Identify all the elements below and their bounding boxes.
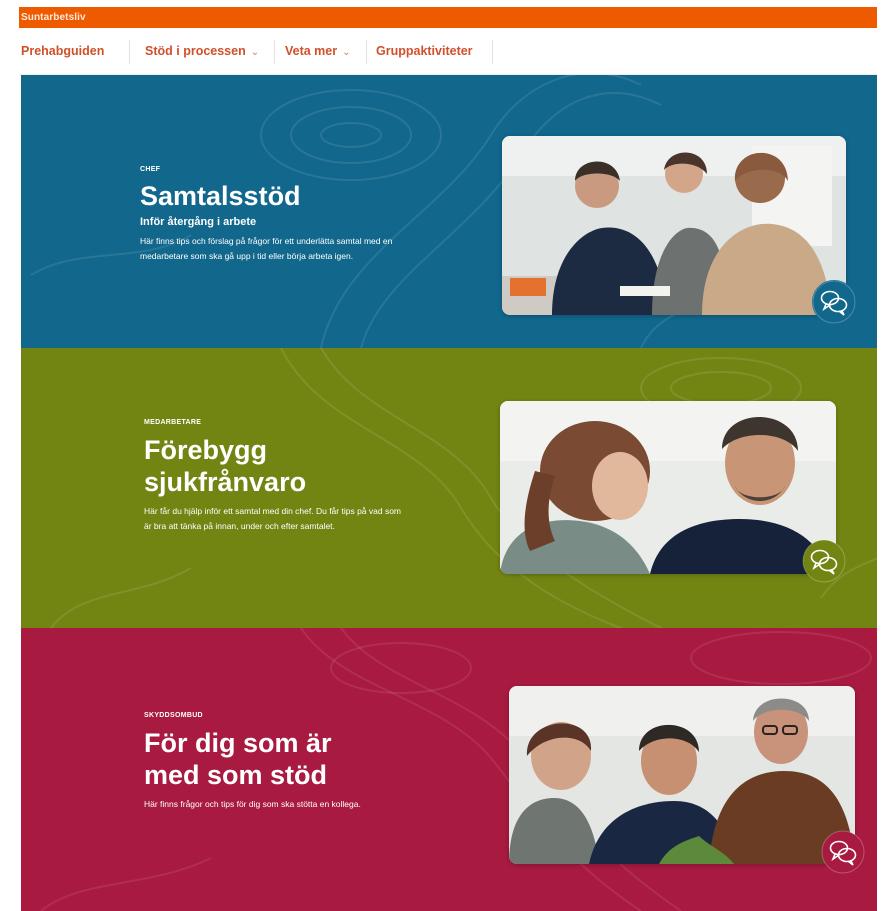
card-for-dig-som-ar-med-som-stod[interactable]: SKYDDSOMBUD För dig som är med som stöd … (21, 628, 877, 911)
card-text-block: MEDARBETARE Förebygg sjukfrånvaro Här få… (144, 419, 406, 534)
card-text-block: SKYDDSOMBUD För dig som är med som stöd … (144, 712, 399, 812)
card-eyebrow: SKYDDSOMBUD (144, 712, 203, 719)
nav-item-veta-mer[interactable]: Veta mer ⌄ (285, 28, 351, 74)
chat-bubbles-icon[interactable] (802, 539, 846, 583)
chevron-down-icon: ⌄ (342, 47, 351, 58)
card-title-line: Förebygg (144, 435, 268, 465)
card-photo-meeting (502, 136, 846, 315)
card-eyebrow: CHEF (140, 166, 161, 173)
nav-divider (492, 40, 493, 64)
main-navigation: Prehabguiden Stöd i processen ⌄ Veta mer ⌄… (19, 28, 877, 75)
nav-divider (366, 40, 367, 64)
card-eyebrow: MEDARBETARE (144, 419, 202, 426)
nav-item-label: Veta mer (285, 44, 338, 58)
card-title-line: sjukfrånvaro (144, 467, 307, 497)
card-title-line: med som stöd (144, 760, 328, 790)
card-title-line: För dig som är (144, 728, 332, 758)
card-subtitle: Inför återgång i arbete (140, 216, 257, 228)
card-title: För dig som är med som stöd (144, 727, 399, 791)
nav-item-label: Prehabguiden (21, 44, 105, 58)
nav-item-label: Gruppaktiviteter (376, 44, 473, 58)
card-forebygg-sjukfranvaro[interactable]: MEDARBETARE Förebygg sjukfrånvaro Här få… (21, 348, 877, 628)
nav-divider (129, 40, 130, 64)
nav-item-prehabguiden[interactable]: Prehabguiden (21, 28, 104, 74)
chevron-down-icon: ⌄ (250, 47, 260, 58)
chat-bubbles-icon[interactable] (812, 280, 856, 324)
nav-item-gruppaktiviteter[interactable]: Gruppaktiviteter (376, 28, 473, 74)
chat-bubbles-icon[interactable] (821, 830, 865, 874)
card-description: Här finns frågor och tips för dig som sk… (144, 799, 361, 809)
card-photo-group-support (509, 686, 855, 864)
brand-logo-text[interactable]: Suntarbetsliv (21, 12, 86, 23)
nav-divider (274, 40, 275, 64)
card-description: Här får du hjälp inför ett samtal med di… (144, 506, 402, 531)
nav-item-stod-i-processen[interactable]: Stöd i processen ⌄ (145, 28, 259, 74)
top-brand-bar: Suntarbetsliv (19, 7, 877, 28)
card-title: Samtalsstöd (140, 181, 301, 211)
card-description: Här finns tips och förslag på frågor för… (140, 236, 393, 261)
card-text-block: CHEF Samtalsstöd Inför återgång i arbete… (140, 166, 402, 264)
card-photo-conversation (500, 401, 836, 574)
card-samtalsstod[interactable]: CHEF Samtalsstöd Inför återgång i arbete… (21, 75, 877, 348)
card-title: Förebygg sjukfrånvaro (144, 434, 406, 498)
nav-item-label: Stöd i processen (145, 44, 246, 58)
